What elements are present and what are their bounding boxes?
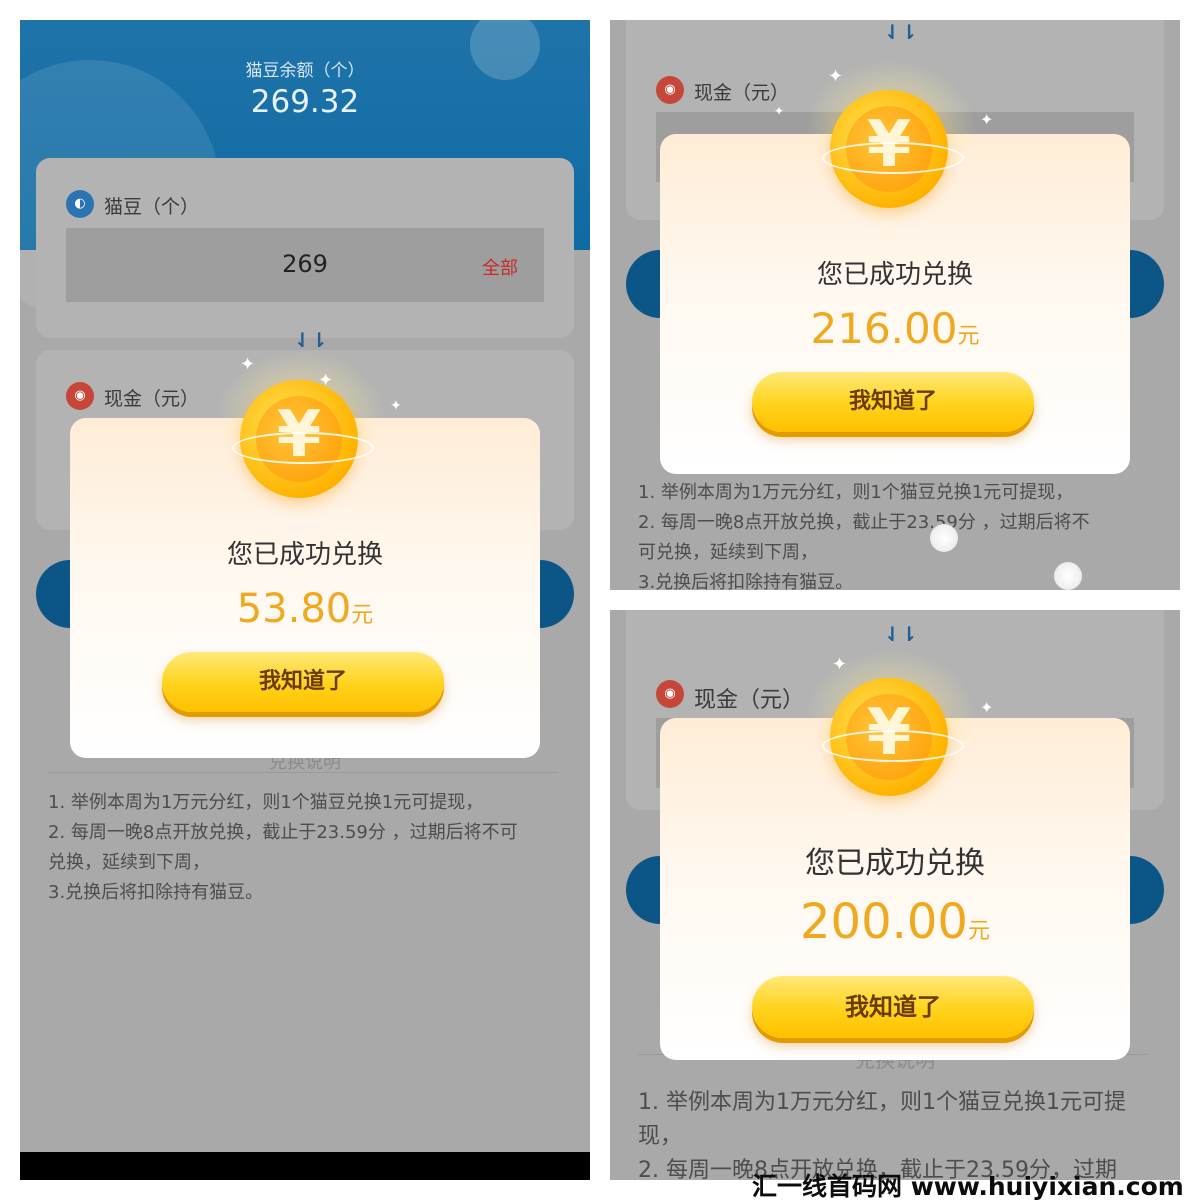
all-button[interactable]: 全部 — [482, 254, 518, 280]
success-title: 您已成功兑换 — [226, 540, 383, 570]
floating-bubble — [1054, 562, 1082, 590]
sparkle-icon: ✦ — [390, 398, 402, 414]
amount-unit: 元 — [957, 324, 980, 349]
rule-line: 1. 举例本周为1万元分红，则1个猫豆兑换1元可提 — [638, 1090, 1126, 1115]
rules-list: 1. 举例本周为1万元分红，则1个猫豆兑换1元可提现， 2. 每周一晚8点开放兑… — [638, 478, 1090, 590]
success-amount: 216.00元 — [810, 304, 980, 353]
rule-line: 现， — [638, 1124, 683, 1149]
rule-line: 1. 举例本周为1万元分红，则1个猫豆兑换1元可提现， — [48, 792, 484, 813]
watermark: 汇一线首码网 www.huiyixian.com — [752, 1172, 1184, 1201]
screenshot-panel-2: ⇃⇂ ◉ 现金（元） 1. 举例本周为1万元分红，则1个猫豆兑换1元可提现， 2… — [610, 20, 1180, 590]
beans-input-value: 269 — [282, 250, 328, 278]
rule-line: 1. 举例本周为1万元分红，则1个猫豆兑换1元可提现， — [638, 482, 1074, 503]
success-title: 您已成功兑换 — [805, 846, 985, 881]
rules-list: 1. 举例本周为1万元分红，则1个猫豆兑换1元可提现， 2. 每周一晚8点开放兑… — [48, 788, 518, 908]
got-it-button[interactable]: 我知道了 — [752, 372, 1034, 432]
sparkle-icon: ✦ — [832, 654, 848, 675]
bean-icon: ◐ — [66, 190, 94, 218]
got-it-button[interactable]: 我知道了 — [752, 976, 1034, 1038]
rule-line: 2. 每周一晚8点开放兑换，截止于23.59分 ，过期后将不 — [638, 512, 1090, 533]
money-bag-icon: ◉ — [656, 680, 684, 708]
sparkle-icon: ✦ — [980, 110, 994, 129]
money-bag-icon: ◉ — [656, 76, 684, 104]
sparkle-icon: ✦ — [774, 104, 785, 118]
rule-line: 可兑换，延续到下周， — [638, 542, 818, 563]
money-bag-icon: ◉ — [66, 382, 94, 410]
screenshot-panel-1: 猫豆余额（个） 269.32 ◐ 猫豆（个） 269 全部 ⇃⇂ ◉ 现金（元）… — [20, 20, 590, 1180]
cash-label: 现金（元） — [694, 688, 805, 713]
success-amount: 200.00元 — [800, 894, 990, 950]
coin-ring — [232, 432, 374, 464]
rule-line: 兑换，延续到下周， — [48, 852, 210, 873]
beans-label: 猫豆（个） — [104, 196, 200, 218]
rule-line: 3.兑换后将扣除持有猫豆。 — [48, 882, 264, 903]
swap-arrow-icon: ⇃⇂ — [294, 328, 328, 352]
rule-line: 2. 每周一晚8点开放兑换，截止于23.59分 ，过期后将不可 — [48, 822, 518, 843]
screenshot-panel-3: ⇃⇂ ◉ 现金（元） 兑换说明 1. 举例本周为1万元分红，则1个猫豆兑换1元可… — [610, 610, 1180, 1180]
swap-arrow-icon: ⇃⇂ — [884, 622, 918, 646]
sparkle-icon: ✦ — [240, 354, 256, 375]
coin-ring — [822, 142, 964, 174]
nav-bar — [20, 1152, 590, 1180]
balance-value: 269.32 — [250, 84, 360, 120]
sparkle-icon: ✦ — [980, 698, 994, 717]
cash-label: 现金（元） — [694, 82, 790, 104]
balance-label: 猫豆余额（个） — [245, 61, 365, 81]
got-it-button[interactable]: 我知道了 — [162, 652, 444, 712]
sparkle-icon: ✦ — [318, 370, 334, 391]
sparkle-icon: ✦ — [828, 66, 844, 87]
rules-list: 1. 举例本周为1万元分红，则1个猫豆兑换1元可提 现， 2. 每周一晚8点开放… — [638, 1086, 1126, 1180]
swap-arrow-icon: ⇃⇂ — [884, 20, 918, 44]
cash-label: 现金（元） — [104, 388, 200, 410]
amount-unit: 元 — [967, 919, 990, 944]
coin-ring — [822, 730, 964, 762]
floating-bubble — [930, 524, 958, 552]
rule-line: 3.兑换后将扣除持有猫豆。 — [638, 572, 854, 590]
success-amount: 53.80元 — [236, 586, 374, 632]
amount-unit: 元 — [351, 603, 374, 628]
success-title: 您已成功兑换 — [816, 260, 973, 290]
